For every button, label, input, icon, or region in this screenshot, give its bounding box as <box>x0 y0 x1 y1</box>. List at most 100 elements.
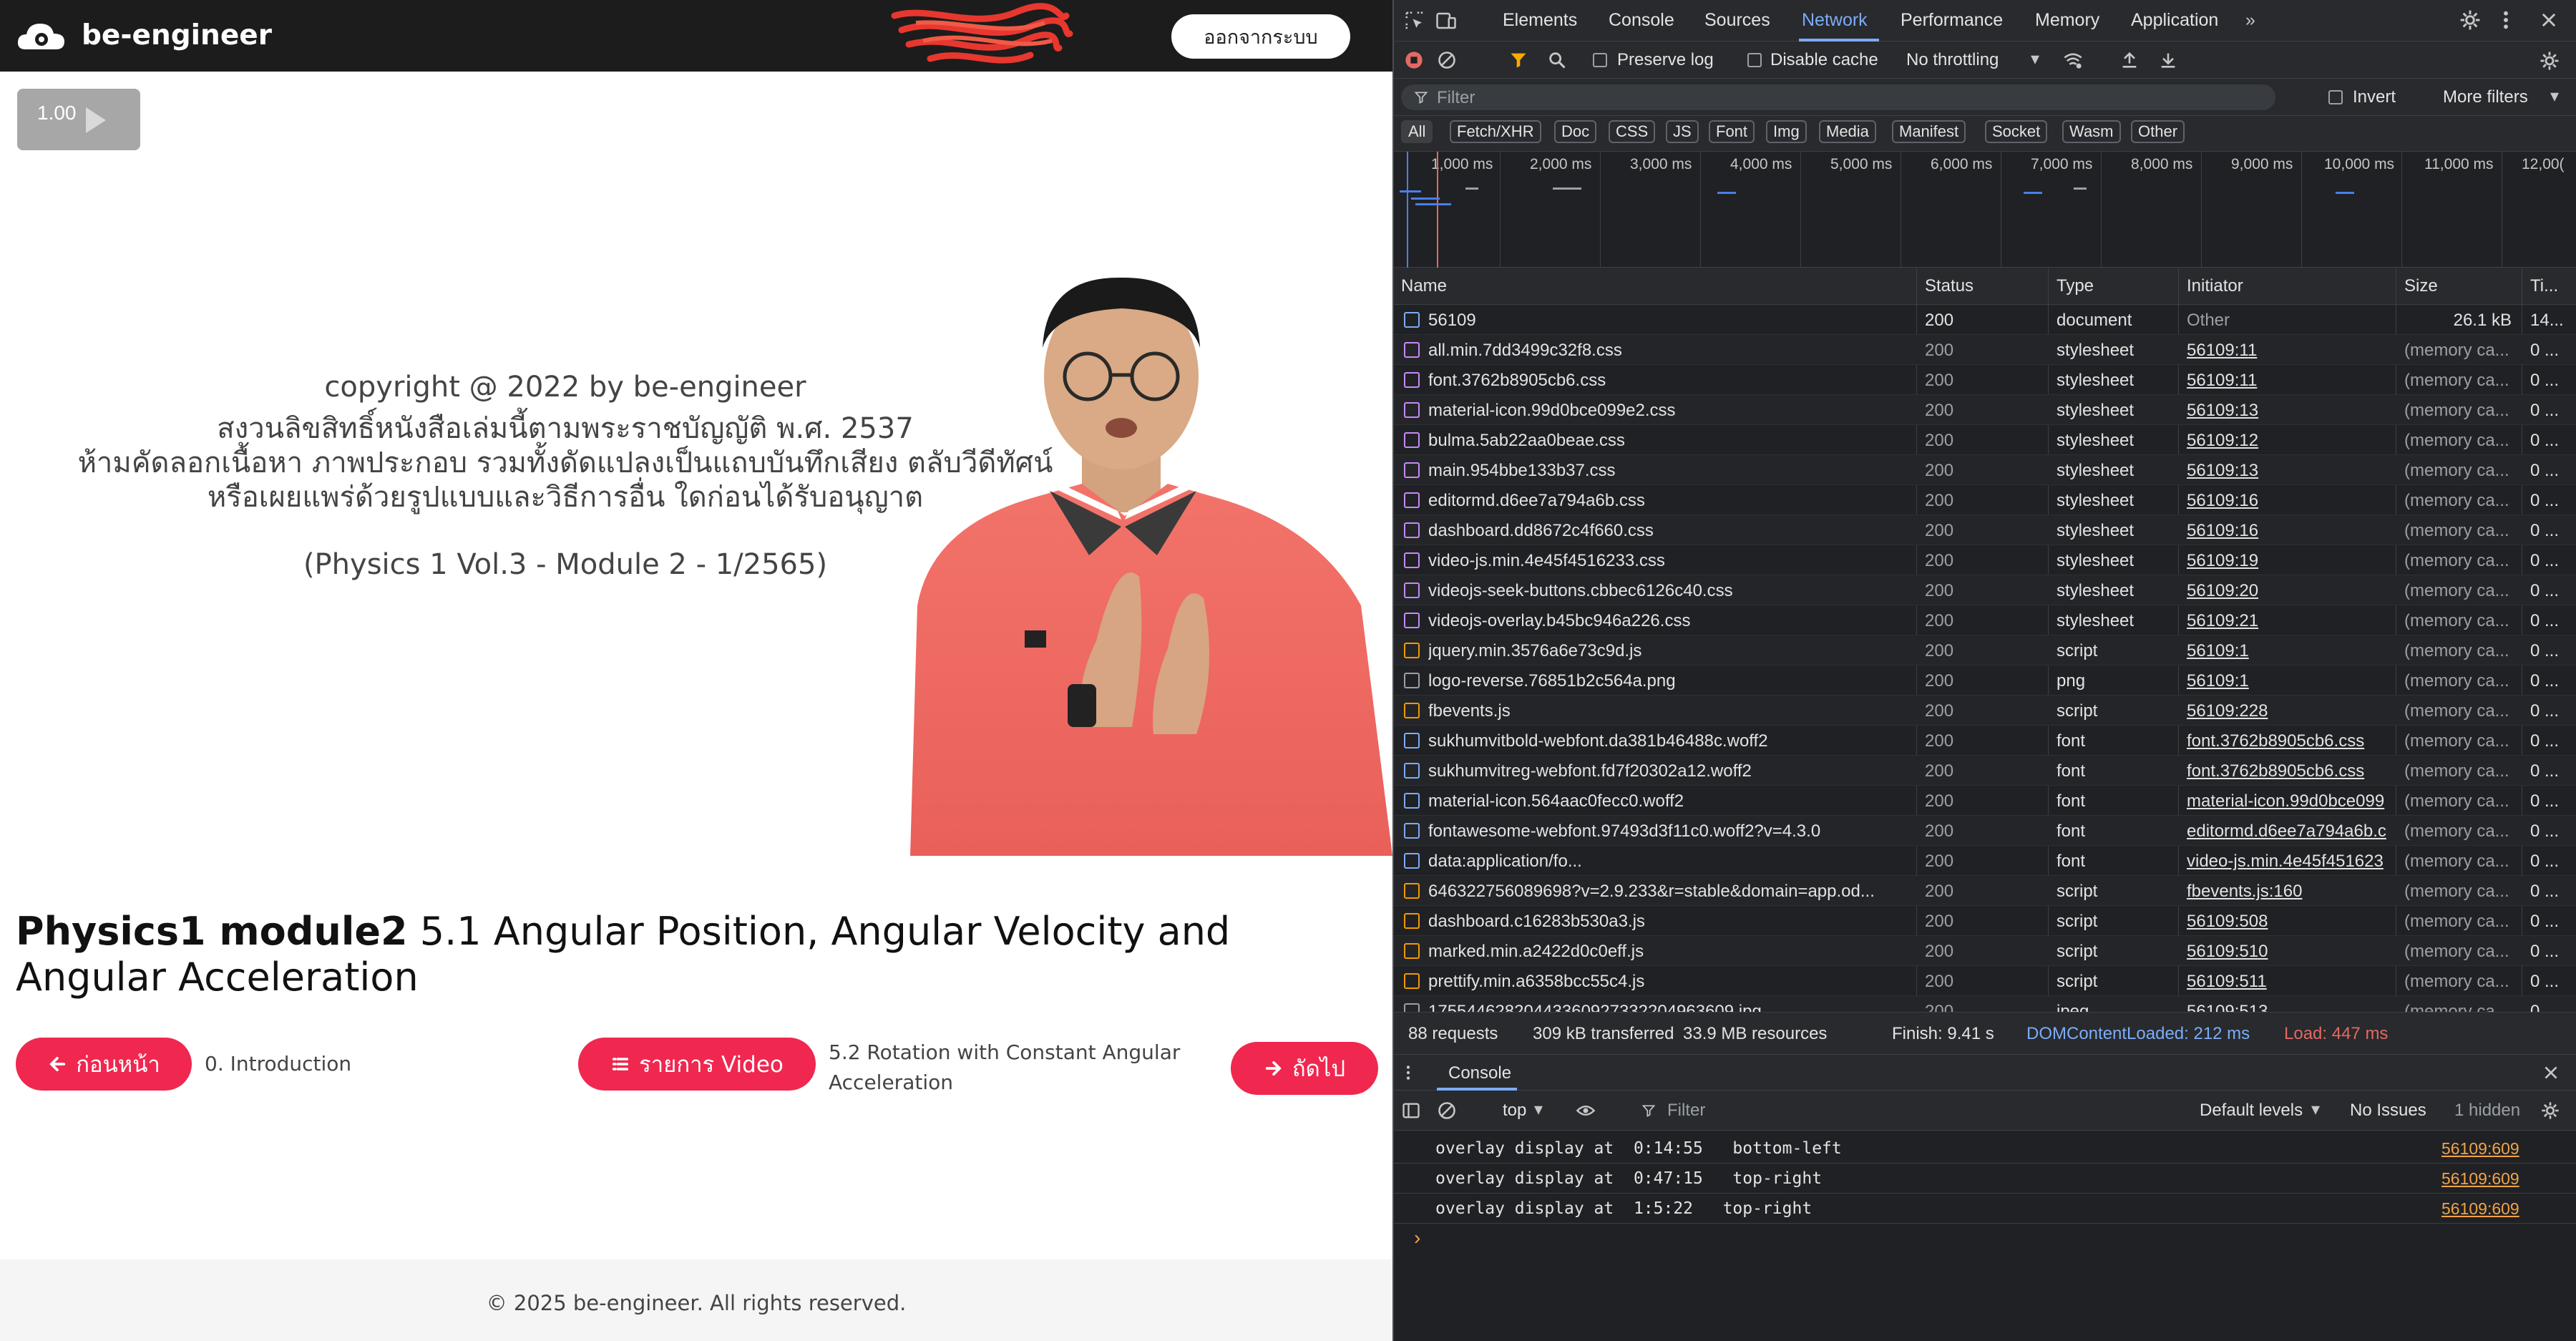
network-row[interactable]: fbevents.js 200 script 56109:228 (memory ca.… <box>1394 696 2576 726</box>
network-row[interactable]: editormd.d6ee7a794a6b.css 200 stylesheet 56… <box>1394 485 2576 515</box>
request-initiator[interactable]: 56109:20 <box>2187 581 2391 601</box>
network-row[interactable]: material-icon.564aac0fecc0.woff2 200 font m… <box>1394 786 2576 816</box>
console-drawer-tab[interactable]: Console <box>1448 1063 1511 1083</box>
network-row[interactable]: sukhumvitbold-webfont.da381b46488c.woff2… <box>1394 726 2576 756</box>
tab-memory[interactable]: Memory <box>2035 10 2099 31</box>
request-initiator[interactable]: video-js.min.4e45f451623 <box>2187 852 2391 872</box>
column-header-type[interactable]: Type <box>2057 276 2094 296</box>
more-filters-dropdown[interactable]: More filters <box>2443 87 2528 107</box>
network-row[interactable]: dashboard.dd8672c4f660.css 200 stylesheet 5… <box>1394 515 2576 545</box>
request-initiator[interactable]: 56109:511 <box>2187 972 2391 992</box>
request-initiator[interactable]: 56109:13 <box>2187 401 2391 421</box>
network-row[interactable]: fontawesome-webfont.97493d3f11c0.woff2?v… <box>1394 816 2576 846</box>
kebab-menu-icon[interactable] <box>2499 9 2513 31</box>
search-icon[interactable] <box>1547 50 1567 70</box>
inspect-element-icon[interactable] <box>1404 10 1425 31</box>
column-header-size[interactable]: Size <box>2404 276 2438 296</box>
type-filter-socket[interactable]: Socket <box>1985 120 2048 143</box>
request-initiator[interactable]: 56109:11 <box>2187 341 2391 361</box>
network-overview-timeline[interactable]: 1,000 ms 2,000 ms 3,000 ms 4,000 ms 5,00… <box>1394 152 2576 268</box>
type-filter-other[interactable]: Other <box>2131 120 2185 143</box>
video-list-button[interactable]: รายการ Video <box>578 1038 816 1091</box>
type-filter-all[interactable]: All <box>1401 120 1433 143</box>
network-row[interactable]: video-js.min.4e45f4516233.css 200 styleshe… <box>1394 545 2576 575</box>
request-initiator[interactable]: font.3762b8905cb6.css <box>2187 731 2391 751</box>
clear-console-icon[interactable] <box>1437 1101 1457 1121</box>
network-row[interactable]: 56109 200 document Other 26.1 kB 14... <box>1394 305 2576 335</box>
type-filter-doc[interactable]: Doc <box>1554 120 1597 143</box>
next-lesson-text[interactable]: 5.2 Rotation with Constant Angular Accele… <box>829 1038 1180 1098</box>
throttling-select[interactable]: No throttling <box>1906 50 1999 70</box>
console-settings-gear-icon[interactable] <box>2540 1101 2560 1121</box>
drawer-menu-icon[interactable] <box>1404 1063 1413 1082</box>
column-header-initiator[interactable]: Initiator <box>2187 276 2243 296</box>
request-initiator[interactable]: font.3762b8905cb6.css <box>2187 761 2391 781</box>
request-initiator[interactable]: 56109:16 <box>2187 521 2391 541</box>
column-header-name[interactable]: Name <box>1401 276 1447 296</box>
request-initiator[interactable]: 56109:12 <box>2187 431 2391 451</box>
tab-application[interactable]: Application <box>2131 10 2218 31</box>
type-filter-css[interactable]: CSS <box>1609 120 1656 143</box>
network-row[interactable]: bulma.5ab22aa0beae.css 200 stylesheet 56109… <box>1394 425 2576 455</box>
filter-input[interactable]: Filter <box>1401 84 2275 110</box>
invert-checkbox[interactable] <box>2328 90 2343 104</box>
type-filter-img[interactable]: Img <box>1766 120 1807 143</box>
next-button[interactable]: ถัดไป <box>1231 1042 1378 1095</box>
request-initiator[interactable]: editormd.d6ee7a794a6b.c <box>2187 821 2391 842</box>
tab-sources[interactable]: Sources <box>1704 10 1770 31</box>
type-filter-wasm[interactable]: Wasm <box>2062 120 2121 143</box>
more-tabs-chevron-icon[interactable]: » <box>2245 10 2255 31</box>
record-stop-icon[interactable] <box>1404 50 1424 70</box>
network-row[interactable]: material-icon.99d0bce099e2.css 200 stylesh… <box>1394 395 2576 425</box>
network-row[interactable]: all.min.7dd3499c32f8.css 200 stylesheet 561… <box>1394 335 2576 365</box>
type-filter-font[interactable]: Font <box>1709 120 1755 143</box>
network-row[interactable]: videojs-overlay.b45bc946a226.css 200 style… <box>1394 605 2576 635</box>
tab-console[interactable]: Console <box>1609 10 1674 31</box>
disable-cache-checkbox[interactable] <box>1747 53 1762 67</box>
chevron-down-icon[interactable]: ▾ <box>1534 1099 1543 1120</box>
chevron-down-icon[interactable]: ▾ <box>2550 86 2559 107</box>
console-source-link[interactable]: 56109:609 <box>2441 1139 2519 1159</box>
network-row[interactable]: marked.min.a2422d0c0eff.js 200 script 56109… <box>1394 936 2576 966</box>
log-levels-dropdown[interactable]: Default levels <box>2200 1101 2303 1121</box>
request-initiator[interactable]: 56109:11 <box>2187 371 2391 391</box>
previous-button[interactable]: ก่อนหน้า <box>16 1038 192 1091</box>
request-initiator[interactable]: 56109:510 <box>2187 942 2391 962</box>
network-row[interactable]: 646322756089698?v=2.9.233&r=stable&domai… <box>1394 876 2576 906</box>
sidebar-toggle-icon[interactable] <box>1401 1101 1421 1121</box>
clear-icon[interactable] <box>1437 50 1457 70</box>
network-row[interactable]: data:application/fo... 200 font video-js.mi… <box>1394 846 2576 876</box>
request-initiator[interactable]: 56109:16 <box>2187 491 2391 511</box>
playback-speed-button[interactable]: 1.00 <box>17 89 140 150</box>
console-prompt[interactable]: › <box>1414 1227 1420 1249</box>
live-expression-eye-icon[interactable] <box>1574 1101 1597 1121</box>
tab-network[interactable]: Network <box>1802 10 1868 31</box>
network-row[interactable]: logo-reverse.76851b2c564a.png 200 png 56109… <box>1394 665 2576 696</box>
request-initiator[interactable]: material-icon.99d0bce099 <box>2187 791 2391 811</box>
import-har-icon[interactable] <box>2119 50 2140 70</box>
close-drawer-icon[interactable] <box>2542 1063 2560 1082</box>
console-filter-input[interactable]: Filter <box>1627 1096 2134 1125</box>
network-row[interactable]: jquery.min.3576a6e73c9d.js 200 script 56109… <box>1394 635 2576 665</box>
tab-performance[interactable]: Performance <box>1901 10 2003 31</box>
previous-lesson-text[interactable]: 0. Introduction <box>205 1049 351 1079</box>
console-source-link[interactable]: 56109:609 <box>2441 1169 2519 1189</box>
request-initiator[interactable]: 56109:1 <box>2187 671 2391 691</box>
preserve-log-checkbox[interactable] <box>1593 53 1607 67</box>
cloud-gear-logo-icon[interactable] <box>16 18 67 54</box>
issues-count[interactable]: No Issues <box>2350 1101 2426 1121</box>
export-har-icon[interactable] <box>2158 50 2178 70</box>
request-initiator[interactable]: 56109:228 <box>2187 701 2391 721</box>
network-settings-gear-icon[interactable] <box>2539 50 2560 72</box>
request-initiator[interactable]: 56109:13 <box>2187 461 2391 481</box>
filter-funnel-icon[interactable] <box>1508 50 1528 70</box>
request-initiator[interactable]: 56109:508 <box>2187 912 2391 932</box>
network-row[interactable]: prettify.min.a6358bcc55c4.js 200 script 561… <box>1394 966 2576 996</box>
type-filter-fetch-xhr[interactable]: Fetch/XHR <box>1450 120 1541 143</box>
type-filter-js[interactable]: JS <box>1666 120 1699 143</box>
column-header-status[interactable]: Status <box>1925 276 1974 296</box>
request-initiator[interactable]: 56109:513 <box>2187 1002 2391 1012</box>
video-player[interactable]: 1.00 copyright @ 2022 by be-engineer สงว… <box>0 76 1392 856</box>
chevron-down-icon[interactable]: ▾ <box>2031 49 2039 69</box>
console-source-link[interactable]: 56109:609 <box>2441 1199 2519 1219</box>
